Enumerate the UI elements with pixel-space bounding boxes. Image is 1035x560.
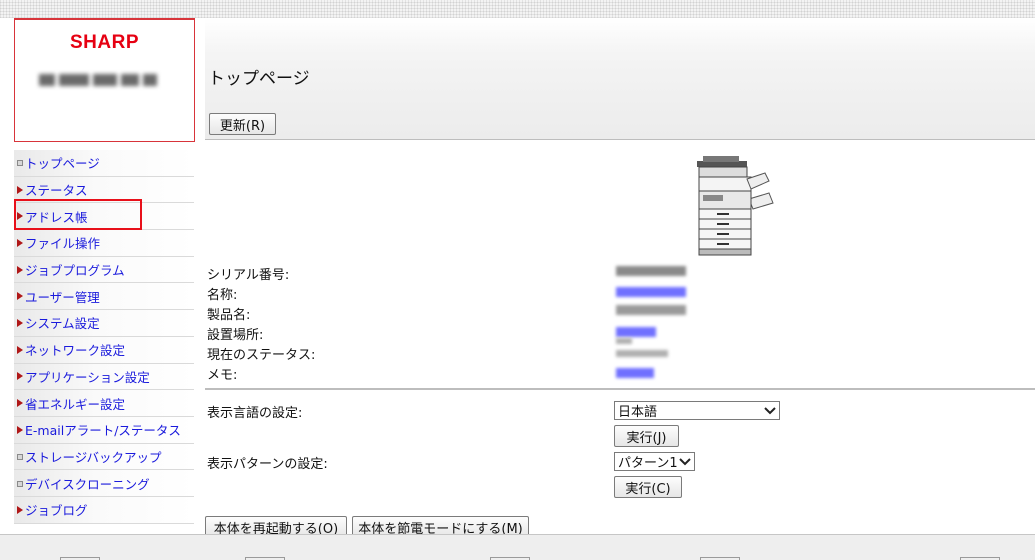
sidebar-item[interactable]: アドレス帳 (14, 203, 194, 231)
sidebar-item-label: ストレージバックアップ (25, 449, 162, 465)
sidebar-item[interactable]: E-mailアラート/ステータス (14, 416, 194, 444)
language-setting-label: 表示言語の設定: (207, 406, 303, 421)
triangle-right-icon (17, 185, 23, 194)
triangle-right-icon (17, 212, 23, 221)
triangle-right-icon (17, 238, 23, 247)
triangle-right-icon (17, 425, 23, 434)
language-execute-button[interactable]: 実行(J) (614, 425, 679, 447)
chevron-down-icon (679, 458, 691, 466)
chevron-down-icon (764, 407, 776, 415)
name-value-redacted (616, 287, 686, 297)
page-title: トップページ (208, 69, 310, 89)
logo-panel: SHARP (14, 18, 195, 142)
triangle-right-icon (17, 318, 23, 327)
sharp-logo: SHARP (69, 32, 139, 53)
sidebar-item-label: システム設定 (25, 316, 100, 332)
pattern-select-value: パターン1 (618, 456, 678, 471)
triangle-right-icon (17, 505, 23, 514)
sidebar-item[interactable]: トップページ (14, 150, 194, 177)
product-name-label: 製品名: (207, 308, 251, 323)
pattern-setting-label: 表示パターンの設定: (207, 457, 328, 472)
sidebar-item-label: ネットワーク設定 (25, 343, 126, 359)
square-bullet-icon (17, 480, 23, 487)
triangle-right-icon (17, 345, 23, 354)
square-bullet-icon (17, 160, 23, 167)
model-name-redacted (39, 74, 169, 88)
sidebar-item[interactable]: ネットワーク設定 (14, 336, 194, 364)
status-value-redacted-1 (616, 338, 632, 344)
memo-value-redacted (616, 368, 654, 378)
sidebar-item[interactable]: ジョブログ (14, 496, 194, 524)
location-value-redacted (616, 327, 656, 337)
status-value-redacted-2 (616, 350, 668, 357)
sidebar-item-label: ユーザー管理 (25, 289, 100, 305)
sidebar-item-label: トップページ (25, 156, 100, 172)
sidebar-item[interactable]: デバイスクローニング (14, 470, 194, 497)
sidebar-item-label: ファイル操作 (25, 236, 101, 252)
top-strip (0, 0, 1035, 18)
pattern-execute-button[interactable]: 実行(C) (614, 476, 682, 498)
serial-number-value-redacted (616, 266, 686, 276)
location-label: 設置場所: (207, 328, 264, 343)
current-status-label: 現在のステータス: (207, 348, 316, 363)
sidebar-item-label: デバイスクローニング (25, 476, 150, 492)
sidebar-item[interactable]: ストレージバックアップ (14, 443, 194, 471)
sidebar-item[interactable]: ユーザー管理 (14, 283, 194, 311)
square-bullet-icon (17, 453, 23, 460)
sidebar-item-label: 省エネルギー設定 (25, 396, 126, 412)
triangle-right-icon (17, 399, 23, 408)
sidebar-item-label: アプリケーション設定 (25, 369, 150, 385)
sidebar-item[interactable]: システム設定 (14, 310, 194, 337)
section-divider (205, 388, 1035, 390)
sidebar-nav: トップページ ステータスアドレス帳ファイル操作ジョブプログラム ユーザー管理 システム… (14, 150, 194, 524)
sidebar-item[interactable]: ジョブプログラム (14, 256, 194, 284)
sidebar-item-label: E-mailアラート/ステータス (25, 423, 181, 439)
sidebar-item-label: アドレス帳 (25, 209, 88, 225)
header-panel: トップページ 更新(R) (205, 18, 1035, 140)
printer-image (697, 156, 774, 256)
name-label: 名称: (207, 288, 238, 303)
product-name-value-redacted (616, 305, 686, 315)
sidebar-item-label: ジョブプログラム (25, 263, 125, 279)
triangle-right-icon (17, 292, 23, 301)
memo-label: メモ: (207, 368, 238, 383)
triangle-right-icon (17, 372, 23, 381)
language-select[interactable]: 日本語 (614, 401, 780, 420)
pattern-select[interactable]: パターン1 (614, 452, 695, 471)
sidebar-item[interactable]: ステータス (14, 176, 194, 204)
sidebar-item[interactable]: 省エネルギー設定 (14, 390, 194, 417)
triangle-right-icon (17, 265, 23, 274)
sidebar-item[interactable]: ファイル操作 (14, 230, 194, 257)
serial-number-label: シリアル番号: (207, 268, 290, 283)
sidebar-item-label: ステータス (25, 183, 88, 199)
refresh-button[interactable]: 更新(R) (209, 113, 276, 135)
sidebar-item[interactable]: アプリケーション設定 (14, 363, 194, 391)
language-select-value: 日本語 (618, 405, 658, 420)
sidebar-item-label: ジョブログ (25, 503, 88, 519)
taskbar (0, 534, 1035, 560)
